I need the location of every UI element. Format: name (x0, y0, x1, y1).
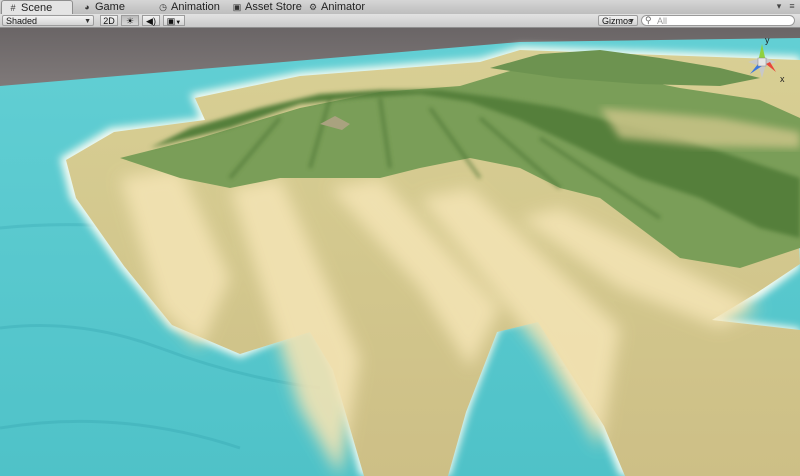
editor-tab-bar: # Scene ◕ Game ◷ Animation ▣ Asset Store ⚙ An… (0, 0, 800, 15)
image-icon: ▣ (166, 16, 176, 26)
gizmos-chevron-down-icon: ▼ (628, 18, 635, 25)
tab-scene-label: Scene (21, 2, 53, 14)
tab-animator-label: Animator (321, 1, 366, 13)
tab-menu-icon[interactable]: ▾ (774, 1, 784, 11)
lighting-toggle[interactable]: ☀ (121, 15, 139, 26)
gizmo-center-cube[interactable] (757, 57, 767, 67)
bag-icon: ▣ (232, 2, 242, 12)
draw-mode-value: Shaded (6, 16, 38, 26)
tab-game[interactable]: ◕ Game (76, 0, 136, 14)
draw-mode-dropdown[interactable]: Shaded ▼ (2, 15, 94, 26)
maximize-icon[interactable]: ≡ (787, 1, 797, 11)
mode-2d-toggle[interactable]: 2D (100, 15, 118, 26)
pacman-icon: ◕ (84, 2, 90, 12)
tab-asset-store-label: Asset Store (245, 1, 302, 13)
tab-animation[interactable]: ◷ Animation (152, 0, 224, 14)
orientation-gizmo[interactable]: y x (738, 34, 794, 90)
gizmo-x-label: x (780, 74, 785, 84)
scene-toolbar: Shaded ▼ 2D ☀ ◀) ▣▼ Gizmos ▼ ⚲ All (0, 14, 800, 28)
tab-animation-label: Animation (171, 1, 220, 13)
effects-chevron-icon: ▼ (175, 20, 182, 26)
terrain-scene (0, 28, 800, 476)
chevron-down-icon: ▼ (84, 18, 91, 25)
search-placeholder: All (657, 16, 668, 26)
search-icon: ⚲ (645, 15, 652, 25)
sun-icon: ☀ (125, 16, 135, 26)
effects-toggle[interactable]: ▣▼ (163, 15, 185, 26)
grid-icon: # (10, 3, 16, 13)
mode-2d-label: 2D (103, 16, 115, 26)
tab-game-label: Game (95, 1, 125, 13)
scene-search-input[interactable]: ⚲ All (641, 15, 795, 26)
gizmos-dropdown[interactable]: Gizmos ▼ (598, 15, 638, 26)
clock-icon: ◷ (159, 2, 167, 12)
speaker-icon: ◀) (146, 16, 156, 26)
tab-animator[interactable]: ⚙ Animator (302, 0, 382, 14)
scene-viewport[interactable]: y x (0, 28, 800, 476)
tab-scene[interactable]: # Scene (1, 0, 73, 14)
animator-icon: ⚙ (308, 2, 318, 12)
audio-toggle[interactable]: ◀) (142, 15, 160, 26)
gizmo-y-label: y (765, 35, 770, 45)
